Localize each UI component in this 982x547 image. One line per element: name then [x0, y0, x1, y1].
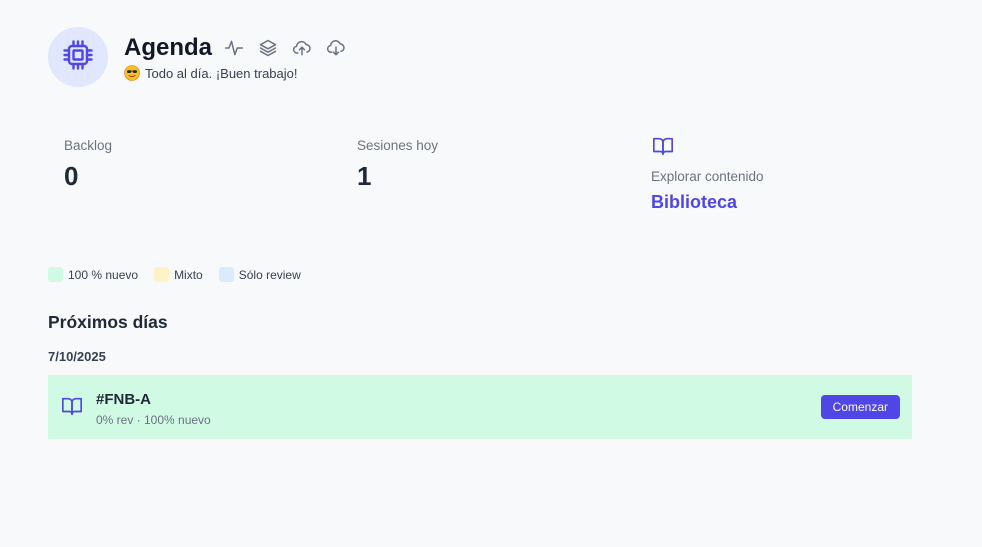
status-message: Todo al día. ¡Buen trabajo!	[124, 65, 298, 81]
session-card: #FNB-A 0% rev · 100% nuevo Comenzar	[48, 375, 912, 439]
layers-icon[interactable]	[256, 37, 280, 59]
upcoming-section-title: Próximos días	[48, 312, 168, 332]
legend-label: 100 % nuevo	[68, 267, 139, 282]
page-title: Agenda	[124, 34, 213, 61]
book-open-icon	[60, 395, 84, 422]
status-text: Todo al día. ¡Buen trabajo!	[145, 65, 298, 81]
agenda-page: Agenda Todo al día. ¡Buen trabajo! Backl…	[0, 0, 982, 547]
sessions-today-label: Sesiones hoy	[357, 138, 439, 153]
legend-item-mixed: Mixto	[154, 267, 203, 282]
cpu-chip-icon	[60, 37, 96, 78]
cloud-upload-icon[interactable]	[290, 37, 314, 59]
start-session-button[interactable]: Comenzar	[820, 395, 900, 419]
sessions-today-stat: Sesiones hoy 1	[357, 138, 438, 192]
legend-swatch	[218, 267, 234, 282]
legend-swatch	[154, 267, 170, 282]
backlog-value: 0	[64, 161, 79, 191]
activity-icon[interactable]	[222, 37, 246, 59]
backlog-stat: Backlog 0	[64, 138, 112, 192]
session-subtitle: 0% rev · 100% nuevo	[96, 413, 211, 427]
legend-swatch	[48, 267, 63, 282]
backlog-label: Backlog	[64, 138, 113, 153]
legend-label: Mixto	[174, 267, 203, 282]
legend-label: Sólo review	[238, 267, 301, 282]
day-date: 7/10/2025	[48, 349, 106, 364]
header-actions	[222, 37, 348, 59]
app-avatar	[48, 27, 108, 87]
library-link[interactable]: Biblioteca	[651, 192, 764, 213]
sunglasses-emoji-icon	[124, 65, 140, 81]
sessions-today-value: 1	[357, 161, 372, 191]
legend-item-review: Sólo review	[218, 267, 301, 282]
book-open-icon	[651, 135, 764, 159]
cloud-download-icon[interactable]	[324, 37, 348, 59]
session-title: #FNB-A	[96, 391, 151, 408]
color-legend: 100 % nuevo Mixto Sólo review	[48, 267, 301, 282]
legend-item-new: 100 % nuevo	[48, 267, 138, 282]
explore-label: Explorar contenido	[651, 169, 764, 184]
explore-stat: Explorar contenido Biblioteca	[651, 135, 764, 213]
